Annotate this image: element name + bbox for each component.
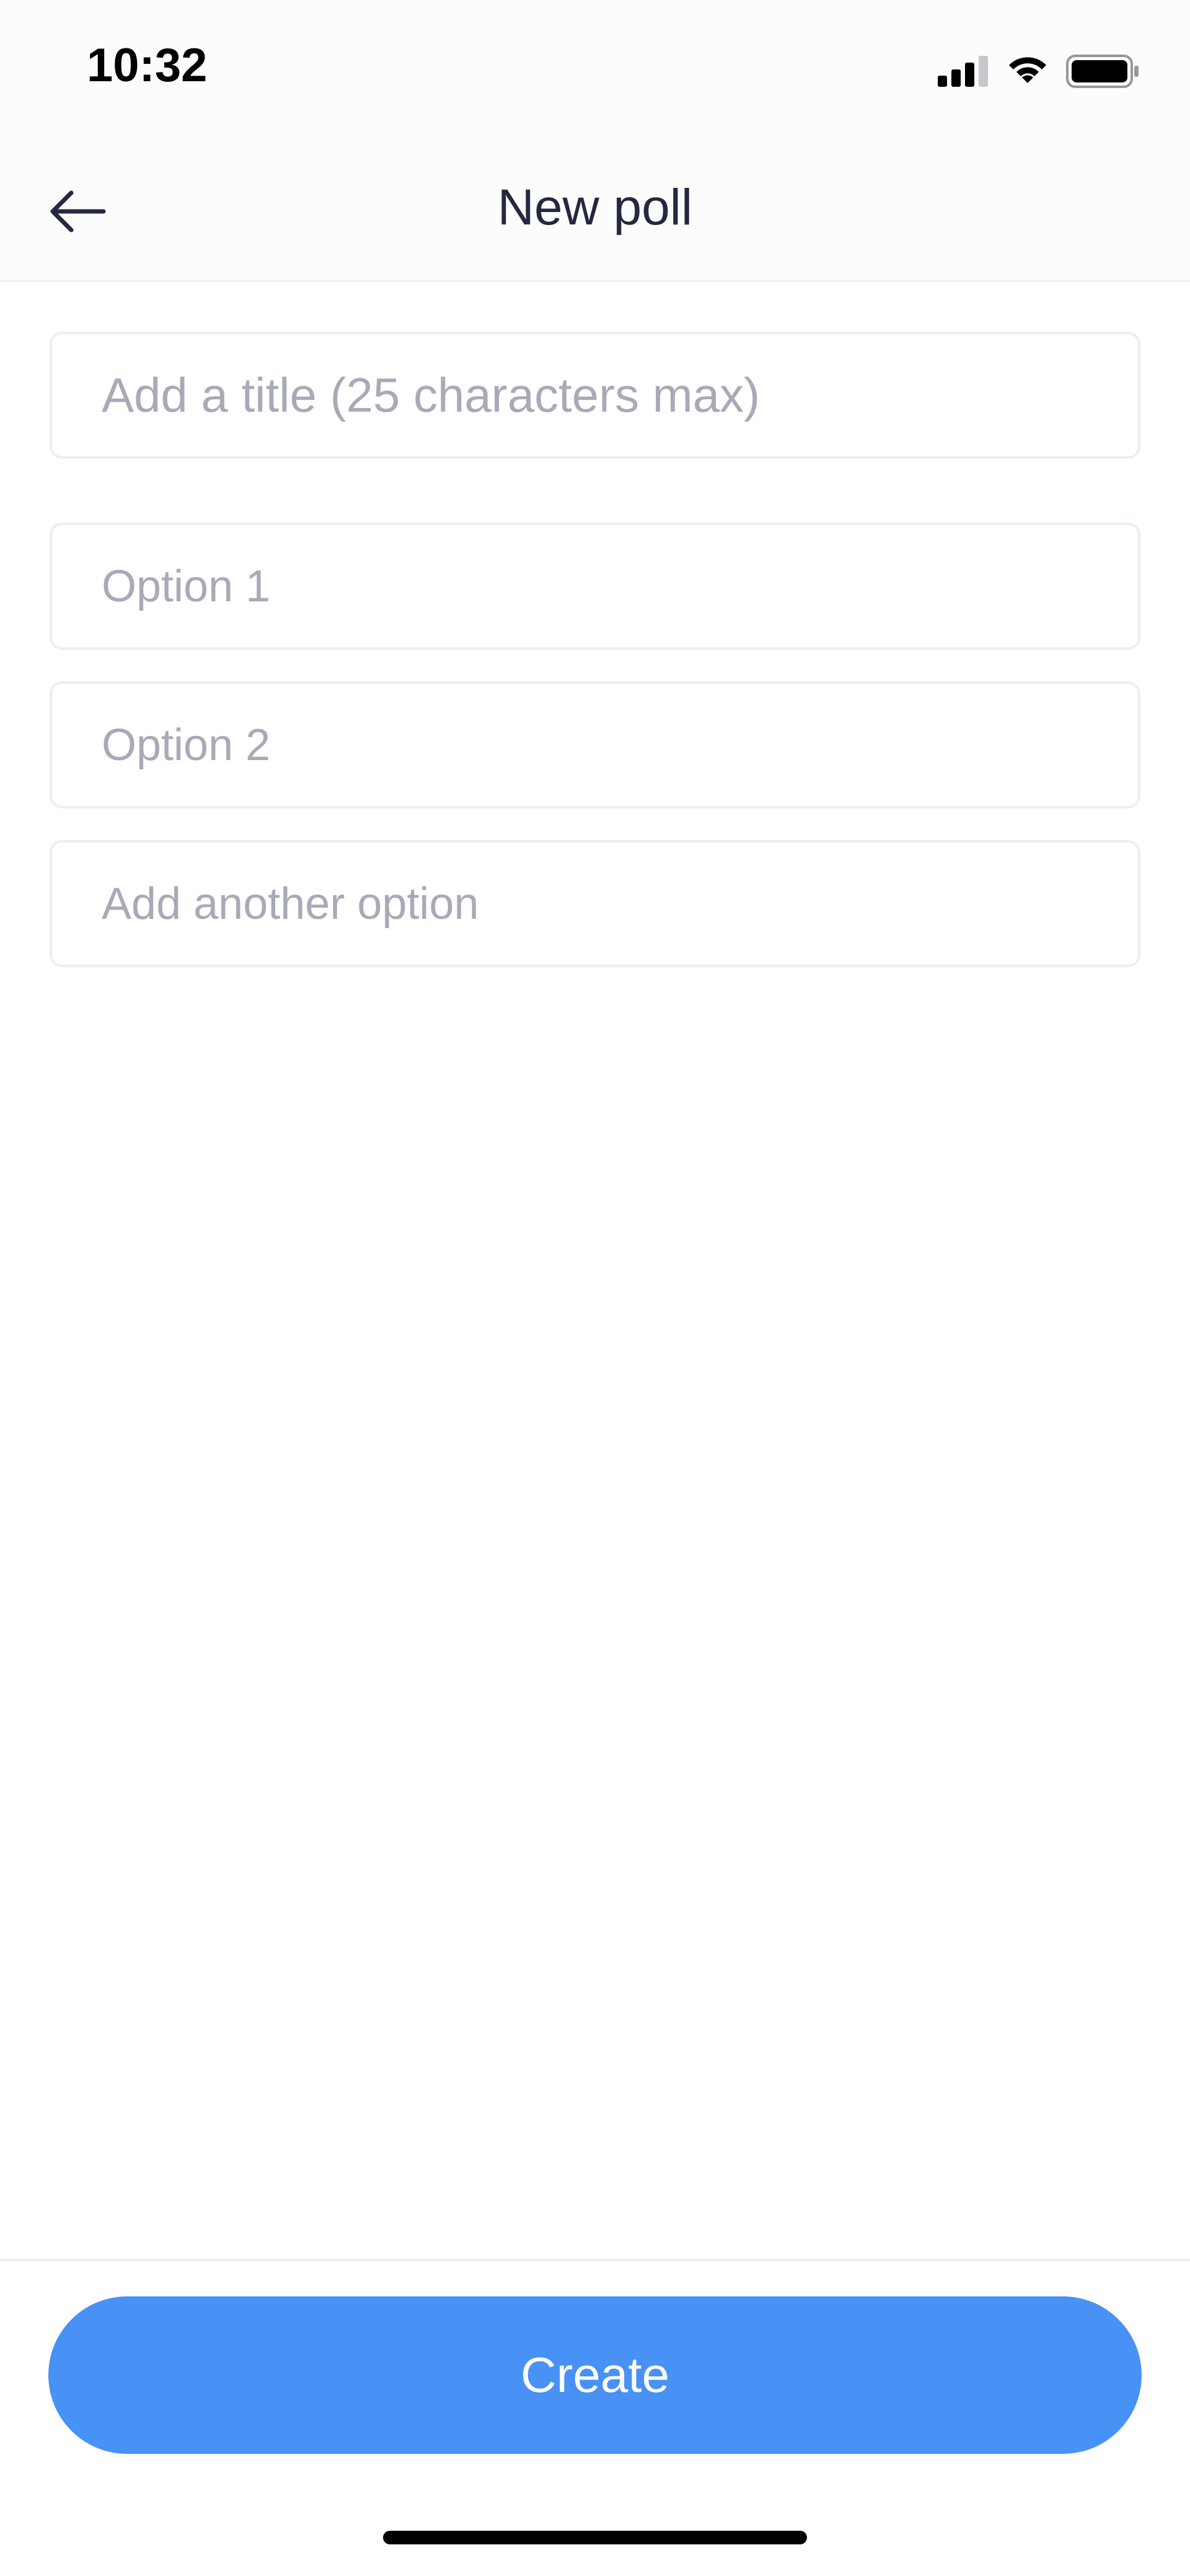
create-button[interactable]: Create — [48, 2296, 1142, 2454]
status-time: 10:32 — [87, 39, 208, 92]
page-title: New poll — [497, 179, 693, 236]
navigation-bar: New poll — [0, 140, 1190, 282]
add-option-input[interactable] — [50, 840, 1140, 967]
status-bar: 10:32 — [0, 0, 1190, 140]
signal-icon — [938, 56, 988, 87]
option-2-input[interactable] — [50, 681, 1140, 808]
home-indicator — [383, 2531, 807, 2544]
poll-title-input[interactable] — [50, 332, 1140, 459]
battery-icon — [1066, 55, 1139, 88]
option-1-input[interactable] — [50, 523, 1140, 650]
wifi-icon — [1009, 57, 1046, 83]
footer-divider — [0, 2259, 1190, 2261]
